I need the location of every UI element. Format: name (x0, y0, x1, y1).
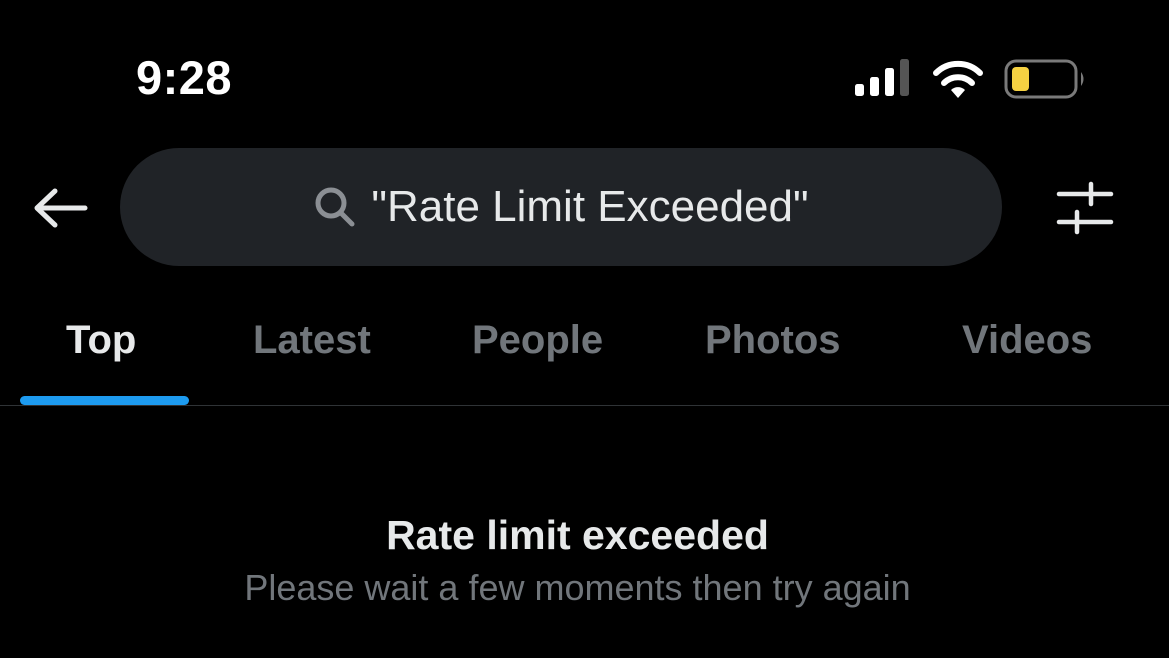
search-results-screen: 9:28 "Rate Limit Exceeded" Top Latest Pe… (0, 0, 1169, 658)
back-button[interactable] (28, 178, 92, 238)
message-subtitle: Please wait a few moments then try again (244, 567, 911, 608)
rate-limit-message: Rate limit exceeded Please wait a few mo… (0, 508, 1169, 612)
tab-photos[interactable]: Photos (705, 314, 841, 366)
cellular-signal-icon (855, 59, 909, 96)
battery-low-icon (1004, 59, 1084, 99)
tab-videos[interactable]: Videos (962, 314, 1092, 366)
message-title: Rate limit exceeded (386, 512, 769, 558)
arrow-left-icon (34, 188, 88, 228)
status-icons (853, 56, 1093, 100)
sliders-icon (1056, 181, 1114, 235)
search-input-value: "Rate Limit Exceeded" (371, 182, 809, 231)
search-bar[interactable]: "Rate Limit Exceeded" (120, 148, 1002, 266)
tab-top[interactable]: Top (66, 314, 136, 366)
active-tab-indicator (20, 396, 189, 405)
tabs-divider (0, 405, 1169, 406)
tab-people[interactable]: People (472, 314, 603, 366)
search-tabs: Top Latest People Photos Videos (0, 300, 1169, 406)
status-time: 9:28 (136, 51, 233, 104)
wifi-icon (933, 60, 983, 98)
search-icon (315, 187, 355, 227)
search-filter-button[interactable] (1052, 176, 1118, 240)
tab-latest[interactable]: Latest (253, 314, 371, 366)
